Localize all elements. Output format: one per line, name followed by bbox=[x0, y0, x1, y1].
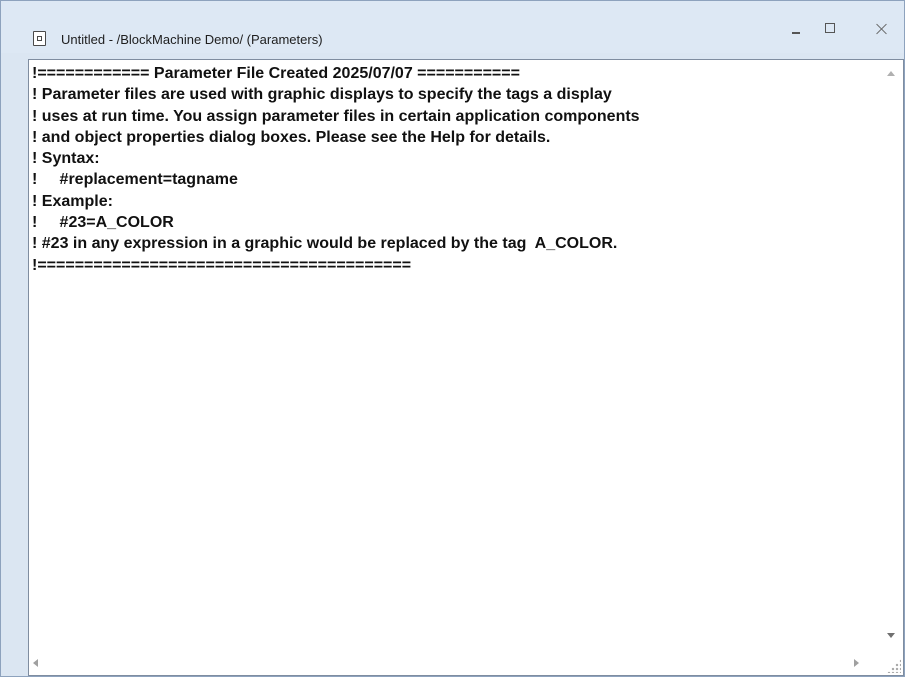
editor-line: ! #replacement=tagname bbox=[32, 171, 238, 189]
editor-text-area[interactable]: !============ Parameter File Created 202… bbox=[32, 63, 876, 651]
editor-line: ! Parameter files are used with graphic … bbox=[32, 86, 612, 104]
title-bar[interactable]: Untitled - /BlockMachine Demo/ (Paramete… bbox=[1, 1, 904, 53]
editor-line: ! Syntax: bbox=[32, 150, 100, 168]
editor-line: ! uses at run time. You assign parameter… bbox=[32, 107, 640, 125]
close-button[interactable] bbox=[862, 15, 902, 43]
scroll-right-arrow-icon[interactable] bbox=[854, 659, 859, 667]
maximize-button[interactable] bbox=[809, 15, 853, 43]
scroll-down-arrow-icon[interactable] bbox=[887, 633, 895, 638]
document-icon bbox=[33, 31, 46, 46]
window-title: Untitled - /BlockMachine Demo/ (Paramete… bbox=[61, 32, 323, 47]
resize-grip-icon[interactable] bbox=[887, 659, 901, 673]
scroll-up-arrow-icon[interactable] bbox=[887, 71, 895, 76]
editor-line: !============ Parameter File Created 202… bbox=[32, 65, 520, 82]
editor-line: ! and object properties dialog boxes. Pl… bbox=[32, 128, 551, 146]
editor-line: !=======================================… bbox=[32, 256, 412, 274]
parameter-editor-window: Untitled - /BlockMachine Demo/ (Paramete… bbox=[0, 0, 905, 677]
horizontal-scrollbar[interactable] bbox=[29, 651, 879, 675]
parameter-text-editor[interactable]: !============ Parameter File Created 202… bbox=[28, 59, 904, 676]
editor-line: ! #23=A_COLOR bbox=[32, 214, 174, 232]
vertical-scrollbar[interactable] bbox=[878, 60, 903, 652]
editor-line: ! #23 in any expression in a graphic wou… bbox=[32, 235, 618, 253]
scroll-left-arrow-icon[interactable] bbox=[33, 659, 38, 667]
editor-line: ! Example: bbox=[32, 192, 113, 210]
